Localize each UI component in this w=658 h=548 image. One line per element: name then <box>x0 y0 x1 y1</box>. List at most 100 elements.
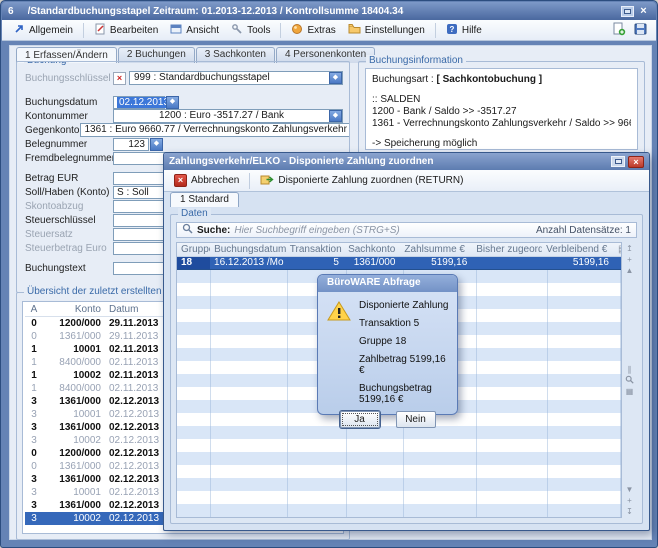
status-line: -> Speicherung möglich <box>372 138 631 150</box>
buchungsschluessel-label: Buchungsschlüssel <box>25 73 113 84</box>
cell-konto: 10001 <box>43 408 101 421</box>
col-transaktion[interactable]: Transaktion <box>286 243 344 256</box>
buchungstext-label: Buchungstext <box>25 263 113 274</box>
cell-a: 0 <box>25 447 43 460</box>
search-small-icon[interactable] <box>625 375 634 386</box>
col-bisher[interactable]: Bisher zugeordnet <box>472 243 542 256</box>
zuordnen-button[interactable]: Disponierte Zahlung zuordnen (RETURN) <box>254 171 469 190</box>
edit-icon <box>94 23 106 38</box>
tab-standard[interactable]: 1 Standard <box>170 192 239 207</box>
menu-separator <box>280 23 281 38</box>
cell-icon <box>614 257 621 269</box>
menubar: Allgemein Bearbeiten Ansicht Tools Extra… <box>2 20 656 41</box>
search-bar[interactable]: Suche: Hier Suchbegriff eingeben (STRG+S… <box>176 222 637 238</box>
col-verbleibend[interactable]: Verbleibend € <box>542 243 614 256</box>
payment-row-selected[interactable]: 18 16.12.2013 /Mo 5 1361/000 5199,16 519… <box>177 257 621 270</box>
restore-icon[interactable] <box>611 156 625 167</box>
close-icon[interactable]: × <box>637 5 650 17</box>
extras-icon <box>291 23 303 38</box>
buroware-dialog: BüroWARE Abfrage Disponierte ZahlungTran… <box>317 274 458 415</box>
steuersatz-label: Steuersatz <box>25 229 113 240</box>
buchungsart-value: [ Sachkontobuchung ] <box>437 74 543 85</box>
menu-item-bearbeiten[interactable]: Bearbeiten <box>89 21 163 40</box>
add-icon[interactable]: + <box>627 254 632 265</box>
field-row-belegnummer: Belegnummer 123 ◆ <box>25 137 343 151</box>
menu-item-allgemein[interactable]: Allgemein <box>8 21 78 40</box>
menu-label: Allgemein <box>29 25 73 36</box>
cell-a: 3 <box>25 473 43 486</box>
col-buchungsdatum[interactable]: Buchungsdatum <box>210 243 286 256</box>
cell-a: 3 <box>25 395 43 408</box>
cell-a: 1 <box>25 343 43 356</box>
new-document-icon[interactable] <box>609 21 629 40</box>
menu-item-tools[interactable]: Tools <box>226 21 275 40</box>
scroll-bottom-icon[interactable]: ↧ <box>626 506 633 517</box>
group-daten-title: Daten <box>178 208 211 219</box>
table-side-toolbar: ↥ + ▲ ∥ ▦ ▼ + ↧ <box>622 242 637 518</box>
dropdown-spinner-icon[interactable]: ◆ <box>329 72 342 84</box>
search-label: Suche: <box>197 225 230 236</box>
buchungsdatum-input[interactable]: 02.12.2013 <box>113 96 165 109</box>
payment-tabstrip: 1 Standard <box>164 192 649 207</box>
toolbar-separator <box>249 173 250 189</box>
field-row-buchungsdatum: Buchungsdatum 02.12.2013 ◆ <box>25 95 343 109</box>
help-icon: ? <box>446 23 458 38</box>
cell-a: 3 <box>25 434 43 447</box>
belegnummer-label: Belegnummer <box>25 139 113 150</box>
menu-separator <box>83 23 84 38</box>
tools-icon <box>231 23 243 38</box>
grid-icon[interactable]: ▦ <box>626 386 634 397</box>
buchungsschluessel-value: 999 : Standardbuchungsstapel <box>130 72 329 84</box>
cell-a: 0 <box>25 330 43 343</box>
col-zahlsumme[interactable]: Zahlsumme € <box>400 243 472 256</box>
ja-button[interactable]: Ja <box>340 411 380 428</box>
pause-icon[interactable]: ∥ <box>628 364 632 375</box>
nein-button[interactable]: Nein <box>396 411 436 428</box>
group-buchung-title: Buchung <box>24 61 69 66</box>
menu-separator <box>435 23 436 38</box>
allgemein-icon <box>13 23 25 38</box>
cell-a: 0 <box>25 317 43 330</box>
scroll-up-icon[interactable]: ▲ <box>626 265 634 276</box>
add-icon[interactable]: + <box>627 495 632 506</box>
buchungsschluessel-select[interactable]: 999 : Standardbuchungsstapel ◆ <box>129 71 343 85</box>
menu-item-extras[interactable]: Extras <box>286 21 340 40</box>
buchungsinformation-box: Buchungsart : [ Sachkontobuchung ] :: SA… <box>365 68 638 150</box>
kontonummer-select[interactable]: 1200 : Euro -3517.27 / Bank ◆ <box>113 109 343 123</box>
soll-haben-label: Soll/Haben (Konto) <box>25 187 113 198</box>
cell-konto: 1361/000 <box>43 421 101 434</box>
dialog-buttons: Ja Nein <box>318 411 457 428</box>
menu-item-hilfe[interactable]: ? Hilfe <box>441 21 487 40</box>
col-gruppe[interactable]: Gruppe <box>177 243 210 256</box>
abbrechen-button[interactable]: × Abbrechen <box>168 172 245 189</box>
gegenkonto-select[interactable]: 1361 : Euro 9660.77 / Verrechnungskonto … <box>80 123 351 137</box>
menu-item-ansicht[interactable]: Ansicht <box>165 21 224 40</box>
copy-icon[interactable]: ▤ <box>614 243 621 256</box>
save-icon[interactable] <box>631 22 650 39</box>
window-number: 6 <box>8 6 14 17</box>
steuerschluessel-label: Steuerschlüssel <box>25 215 113 226</box>
dialog-line: Transaktion 5 <box>359 318 451 329</box>
payment-header-row: Gruppe Buchungsdatum Transaktion Sachkon… <box>177 243 621 257</box>
col-sachkonto[interactable]: Sachkonto <box>344 243 400 256</box>
cell-konto: 1361/000 <box>43 395 101 408</box>
belegnummer-spinner-icon[interactable]: ◆ <box>150 138 163 151</box>
close-icon[interactable]: × <box>628 156 644 168</box>
belegnummer-input[interactable]: 123 <box>113 138 149 151</box>
scroll-down-icon[interactable]: ▼ <box>626 484 634 495</box>
kontonummer-value: 1200 : Euro -3517.27 / Bank <box>114 110 329 122</box>
cell-konto: 10001 <box>43 486 101 499</box>
search-input[interactable]: Hier Suchbegriff eingeben (STRG+S) <box>234 225 532 236</box>
fremdbelegnummer-label: Fremdbelegnummer <box>25 153 113 164</box>
date-spinner-icon[interactable]: ◆ <box>166 96 179 109</box>
dropdown-spinner-icon[interactable]: ◆ <box>329 110 342 122</box>
cell-a: 0 <box>25 460 43 473</box>
cell-buchungsdatum: 16.12.2013 /Mo <box>210 257 286 269</box>
dialog-line: Buchungsbetrag 5199,16 € <box>359 383 451 405</box>
cell-zahlsumme: 5199,16 <box>400 257 472 269</box>
scroll-top-icon[interactable]: ↥ <box>626 243 633 254</box>
menu-item-einstellungen[interactable]: Einstellungen <box>343 21 430 39</box>
restore-icon[interactable] <box>621 6 634 17</box>
cancel-x-icon: × <box>174 174 187 187</box>
clear-icon[interactable]: × <box>113 72 126 85</box>
